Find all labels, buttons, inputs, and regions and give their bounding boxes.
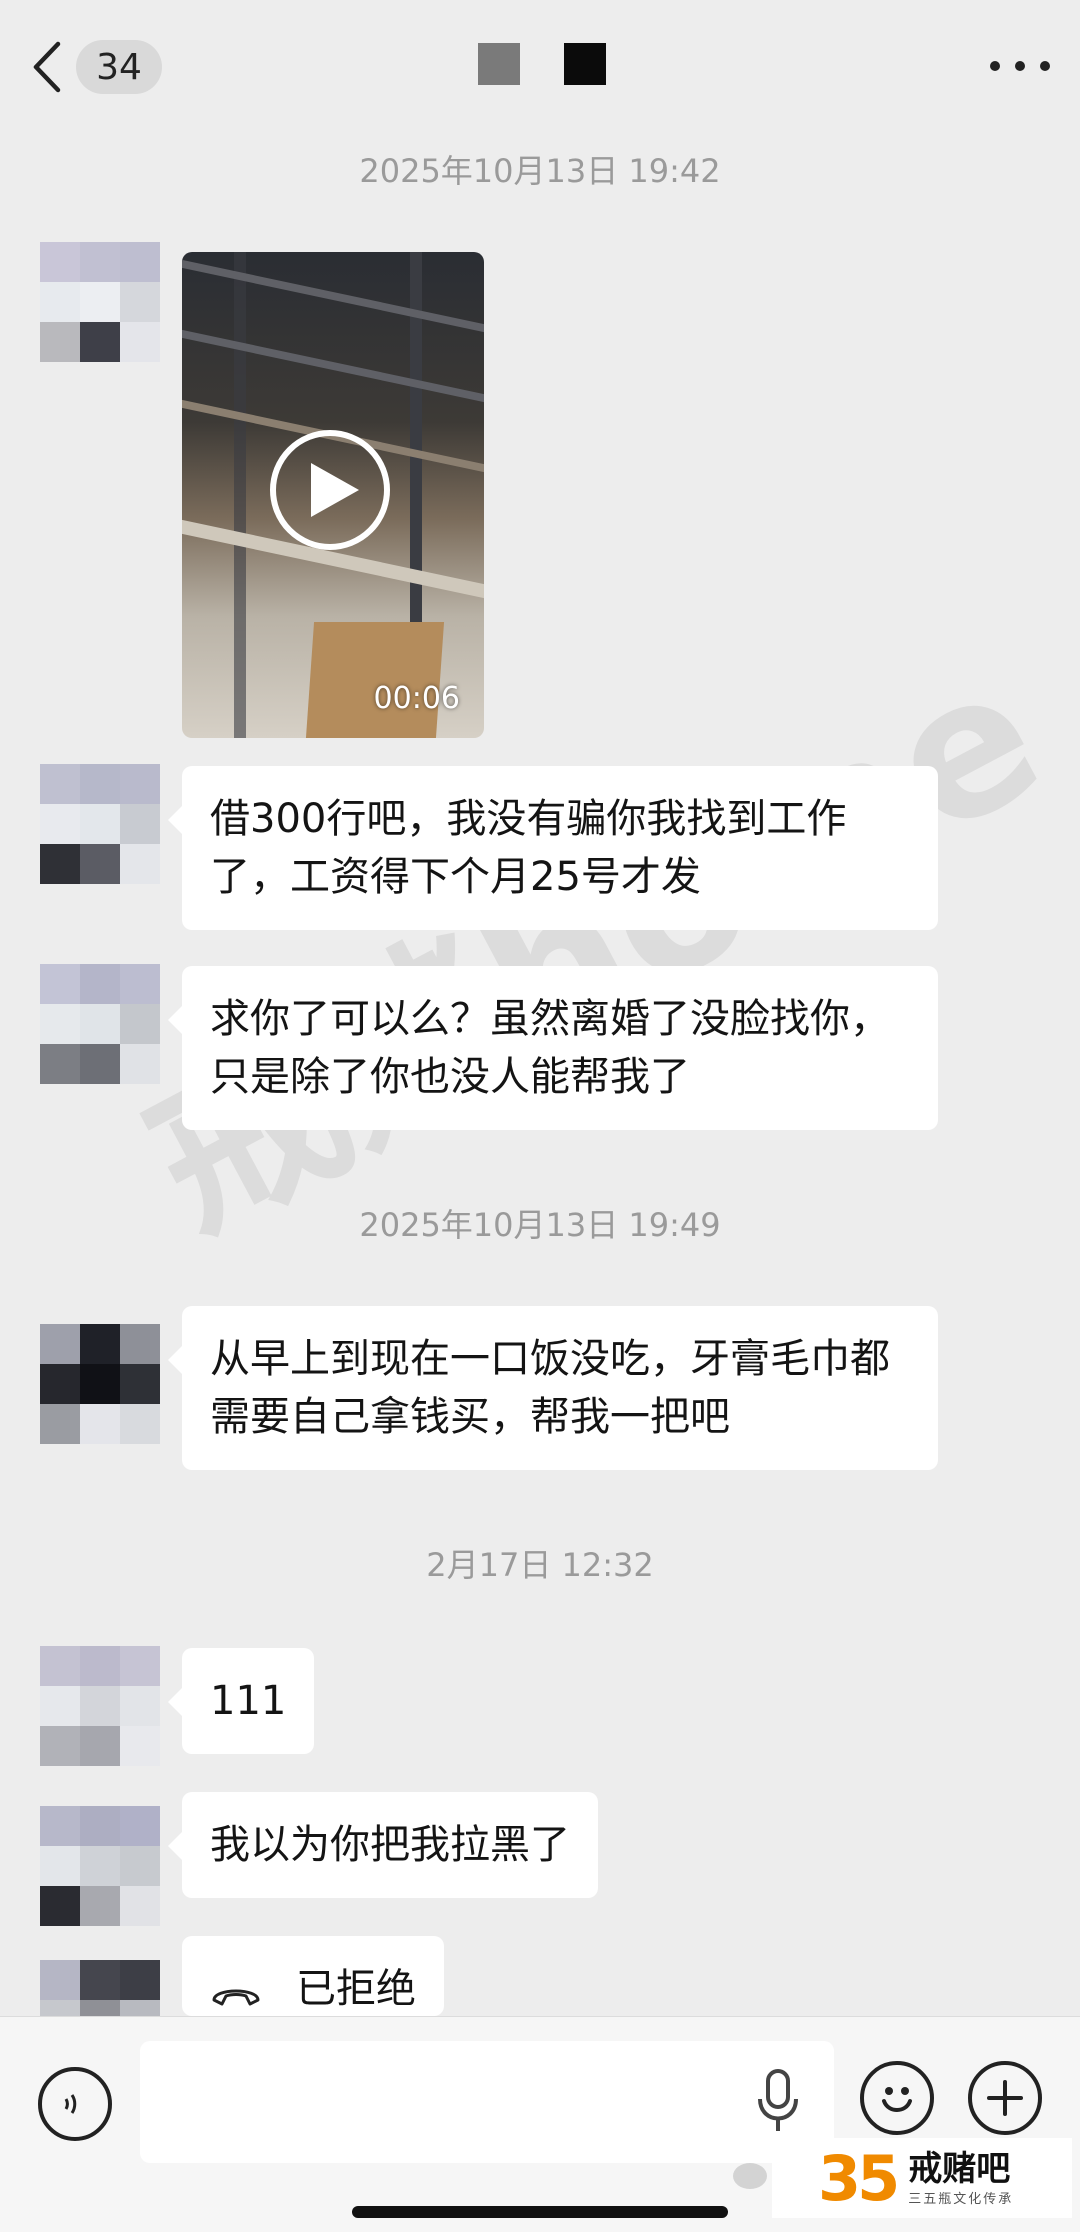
home-indicator[interactable] <box>352 2206 728 2218</box>
chevron-left-icon <box>33 41 61 93</box>
call-status: 已拒绝 <box>296 1966 416 2012</box>
phone-hangup-icon <box>212 1989 260 2006</box>
brand-logo: 35 戒赌吧 三五瓶文化传承 <box>772 2138 1072 2218</box>
avatar[interactable] <box>40 1806 160 1926</box>
video-duration: 00:06 <box>373 681 460 716</box>
logo-tagline: 三五瓶文化传承 <box>908 2191 1014 2207</box>
logo-name: 戒赌吧 <box>908 2148 1011 2189</box>
video-message[interactable]: 00:06 <box>182 252 484 738</box>
more-options-button[interactable] <box>990 48 1050 84</box>
message-bubble[interactable]: 借300行吧，我没有骗你我找到工作了，工资得下个月25号才发 <box>168 766 938 930</box>
mic-icon[interactable] <box>756 2069 800 2133</box>
logo-number: 35 <box>818 2141 900 2215</box>
avatar[interactable] <box>40 242 160 362</box>
timestamp: 2025年10月13日 19:42 <box>359 152 721 190</box>
voice-toggle-button[interactable] <box>38 2067 112 2141</box>
redacted-block <box>564 43 606 85</box>
message-bubble[interactable]: 求你了可以么？虽然离婚了没脸找你，只是除了你也没人能帮我了 <box>168 966 938 1130</box>
chat-header: 34 <box>0 0 1080 140</box>
message-input[interactable] <box>140 2041 834 2163</box>
wechat-mark-icon <box>733 2163 767 2189</box>
emoji-button[interactable] <box>860 2061 934 2135</box>
video-frame-box <box>305 622 445 738</box>
back-button[interactable]: 34 <box>30 38 170 96</box>
play-button[interactable] <box>270 430 390 550</box>
emoji-icon <box>882 2087 912 2112</box>
message-bubble[interactable]: 111 <box>167 1648 315 1754</box>
play-icon <box>311 463 359 517</box>
call-record-bubble[interactable]: 已拒绝 <box>182 1936 444 2016</box>
avatar[interactable] <box>40 1324 160 1444</box>
plus-icon <box>987 2080 1023 2116</box>
chat-title-redacted <box>478 43 606 85</box>
message-bubble[interactable]: 我以为你把我拉黑了 <box>168 1792 598 1898</box>
redacted-block <box>478 43 520 85</box>
voice-icon <box>64 2094 77 2114</box>
unread-count-badge: 34 <box>76 40 162 94</box>
timestamp: 2025年10月13日 19:49 <box>359 1206 721 1244</box>
more-dots-icon <box>990 61 1000 71</box>
avatar[interactable] <box>40 764 160 884</box>
message-bubble[interactable]: 从早上到现在一口饭没吃，牙膏毛巾都需要自己拿钱买，帮我一把吧 <box>168 1306 938 1470</box>
timestamp: 2月17日 12:32 <box>426 1546 654 1584</box>
more-actions-button[interactable] <box>968 2061 1042 2135</box>
avatar[interactable] <box>40 964 160 1084</box>
avatar[interactable] <box>40 1646 160 1766</box>
